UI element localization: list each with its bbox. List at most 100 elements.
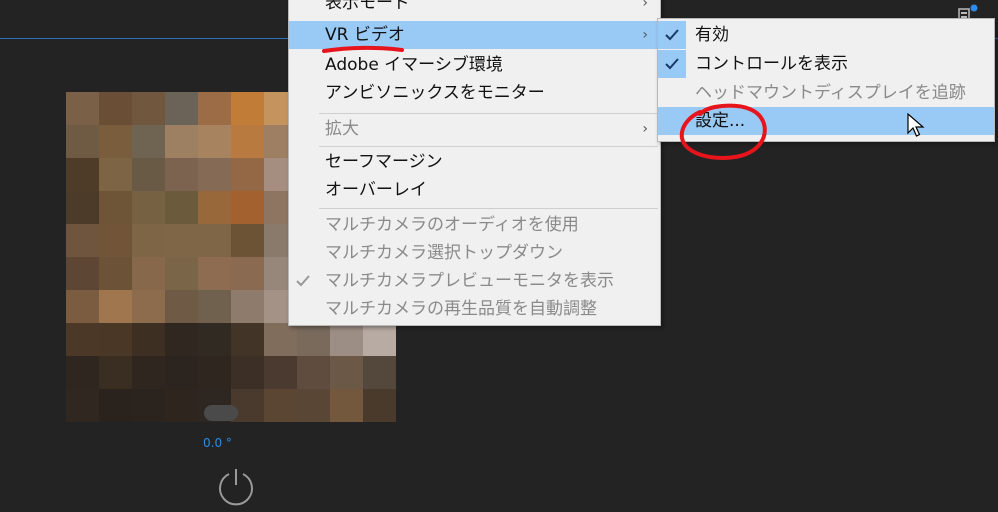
mosaic-block <box>231 158 264 191</box>
mosaic-block <box>99 356 132 389</box>
mosaic-block <box>264 356 297 389</box>
mosaic-block <box>198 257 231 290</box>
mosaic-block <box>132 92 165 125</box>
menu-item-overlays[interactable]: オーバーレイ <box>289 176 660 204</box>
mosaic-block <box>231 356 264 389</box>
mosaic-block <box>165 191 198 224</box>
mosaic-block <box>231 290 264 323</box>
chevron-right-icon: › <box>642 121 648 137</box>
mosaic-block <box>165 389 198 422</box>
mosaic-block <box>66 191 99 224</box>
mosaic-block <box>66 389 99 422</box>
menu-separator <box>319 146 658 147</box>
mosaic-block <box>66 290 99 323</box>
mosaic-block <box>330 389 363 422</box>
mosaic-block <box>99 389 132 422</box>
mosaic-block <box>132 290 165 323</box>
mosaic-block <box>165 158 198 191</box>
mosaic-block <box>99 257 132 290</box>
mosaic-block <box>231 224 264 257</box>
chevron-right-icon: › <box>642 0 648 11</box>
mosaic-block <box>231 191 264 224</box>
mosaic-block <box>99 290 132 323</box>
mosaic-block <box>363 389 396 422</box>
mosaic-block <box>132 257 165 290</box>
menu-separator <box>319 208 658 209</box>
monitor-context-menu: 表示モード › VR ビデオ › Adobe イマーシブ環境 アンビソニックスを… <box>288 0 661 326</box>
mosaic-block <box>66 158 99 191</box>
mosaic-block <box>165 125 198 158</box>
submenu-item-track-hmd: ヘッドマウントディスプレイを追跡 <box>695 83 966 103</box>
mosaic-block <box>132 323 165 356</box>
mosaic-block <box>297 323 330 356</box>
vr-rotation-handle[interactable] <box>204 405 238 421</box>
mosaic-block <box>231 257 264 290</box>
vr-video-submenu: 有効 コントロールを表示 ヘッドマウントディスプレイを追跡 設定... <box>657 18 995 142</box>
mosaic-block <box>66 257 99 290</box>
mosaic-block <box>198 158 231 191</box>
mosaic-block <box>165 92 198 125</box>
mosaic-block <box>165 224 198 257</box>
menu-item-multicam-preview-monitor: マルチカメラプレビューモニタを表示 <box>289 267 660 295</box>
mosaic-block <box>165 323 198 356</box>
mosaic-block <box>66 125 99 158</box>
mosaic-block <box>165 356 198 389</box>
mosaic-block <box>330 356 363 389</box>
mosaic-block <box>198 356 231 389</box>
mosaic-block <box>363 356 396 389</box>
mosaic-block <box>132 191 165 224</box>
mosaic-block <box>198 92 231 125</box>
submenu-item-enable[interactable]: 有効 <box>658 21 994 49</box>
mosaic-block <box>99 224 132 257</box>
vr-angle-readout: 0.0 ° <box>203 436 232 450</box>
mosaic-block <box>297 356 330 389</box>
mouse-cursor-icon <box>907 113 925 137</box>
menu-item-multicam-topdown: マルチカメラ選択トップダウン <box>325 243 563 263</box>
mosaic-block <box>198 191 231 224</box>
mosaic-block <box>198 125 231 158</box>
mosaic-block <box>231 92 264 125</box>
mosaic-block <box>132 158 165 191</box>
checkmark-icon <box>658 50 686 78</box>
menu-item-multicam-audio: マルチカメラのオーディオを使用 <box>325 215 579 235</box>
mosaic-block <box>99 125 132 158</box>
mosaic-block <box>264 389 297 422</box>
mosaic-block <box>165 257 198 290</box>
submenu-item-settings[interactable]: 設定... <box>658 107 994 135</box>
mosaic-block <box>99 323 132 356</box>
mosaic-block <box>297 389 330 422</box>
mosaic-block <box>198 323 231 356</box>
menu-item-multicam-auto-quality: マルチカメラの再生品質を自動調整 <box>325 299 597 319</box>
mosaic-block <box>66 92 99 125</box>
checkmark-icon <box>658 21 686 49</box>
mosaic-block <box>99 191 132 224</box>
mosaic-block <box>231 323 264 356</box>
menu-item-display-mode[interactable]: 表示モード › <box>289 0 660 17</box>
menu-item-adobe-immersive[interactable]: Adobe イマーシブ環境 <box>289 51 660 79</box>
mosaic-block <box>231 125 264 158</box>
chevron-right-icon: › <box>642 27 648 43</box>
mosaic-block <box>132 125 165 158</box>
menu-item-zoom: 拡大 › <box>289 115 660 143</box>
menu-item-vr-video[interactable]: VR ビデオ › <box>289 21 660 49</box>
mosaic-block <box>363 323 396 356</box>
mosaic-block <box>198 224 231 257</box>
mosaic-block <box>198 290 231 323</box>
checkmark-icon <box>289 267 317 295</box>
mosaic-block <box>132 224 165 257</box>
submenu-item-show-controls[interactable]: コントロールを表示 <box>658 50 994 78</box>
mosaic-block <box>99 158 132 191</box>
power-icon[interactable] <box>216 466 256 506</box>
mosaic-block <box>330 323 363 356</box>
menu-separator <box>319 113 658 114</box>
mosaic-block <box>99 92 132 125</box>
mosaic-block <box>66 356 99 389</box>
mosaic-block <box>165 290 198 323</box>
menu-item-monitor-ambisonics[interactable]: アンビソニックスをモニター <box>289 79 660 107</box>
mosaic-block <box>66 224 99 257</box>
mosaic-block <box>66 323 99 356</box>
menu-item-safe-margins[interactable]: セーフマージン <box>289 148 660 176</box>
mosaic-block <box>264 323 297 356</box>
mosaic-block <box>132 356 165 389</box>
mosaic-block <box>132 389 165 422</box>
